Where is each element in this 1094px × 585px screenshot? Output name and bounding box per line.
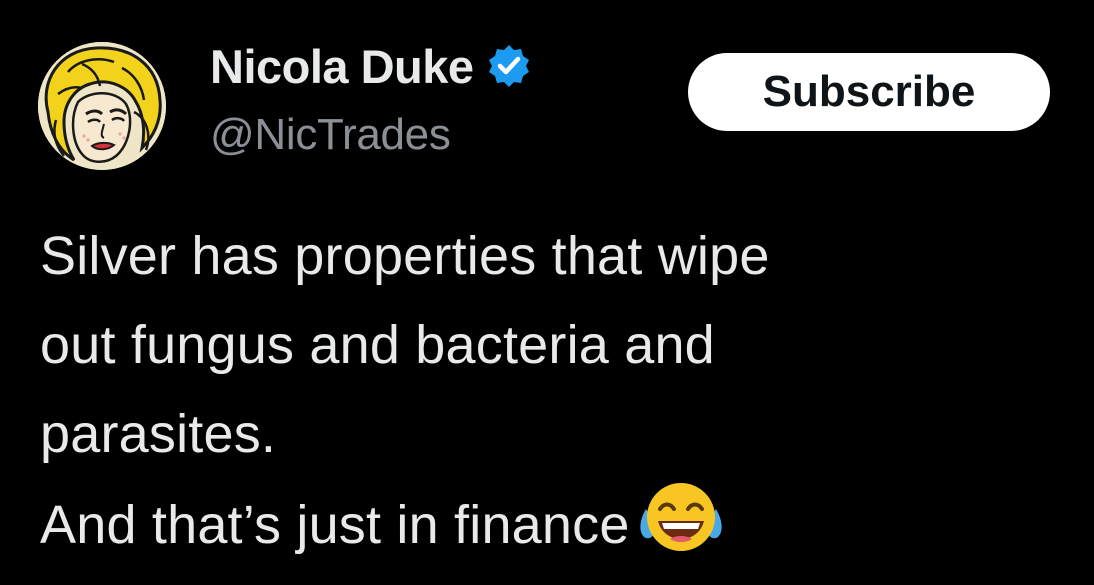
comic-portrait-avatar-icon — [38, 42, 166, 170]
tweet-text-line: out fungus and bacteria and — [40, 315, 715, 375]
tweet-text: Silver has properties that wipe out fung… — [40, 212, 1080, 570]
author-handle[interactable]: @NicTrades — [210, 110, 451, 160]
tweet-card: Nicola Duke @NicTrades Subscribe Silver … — [0, 0, 1094, 585]
tweet-text-line: And that’s just in finance — [40, 495, 630, 555]
avatar[interactable] — [38, 42, 166, 170]
verified-badge-icon[interactable] — [486, 43, 532, 89]
subscribe-button[interactable]: Subscribe — [688, 53, 1050, 131]
tweet-text-line: Silver has properties that wipe — [40, 226, 770, 286]
author-display-name[interactable]: Nicola Duke — [210, 39, 474, 94]
face-with-tears-of-joy-icon — [638, 479, 724, 555]
tweet-text-last-line: And that’s just in finance — [40, 479, 1080, 570]
author-name-row: Nicola Duke — [210, 34, 532, 98]
tweet-text-line: parasites. — [40, 404, 277, 464]
